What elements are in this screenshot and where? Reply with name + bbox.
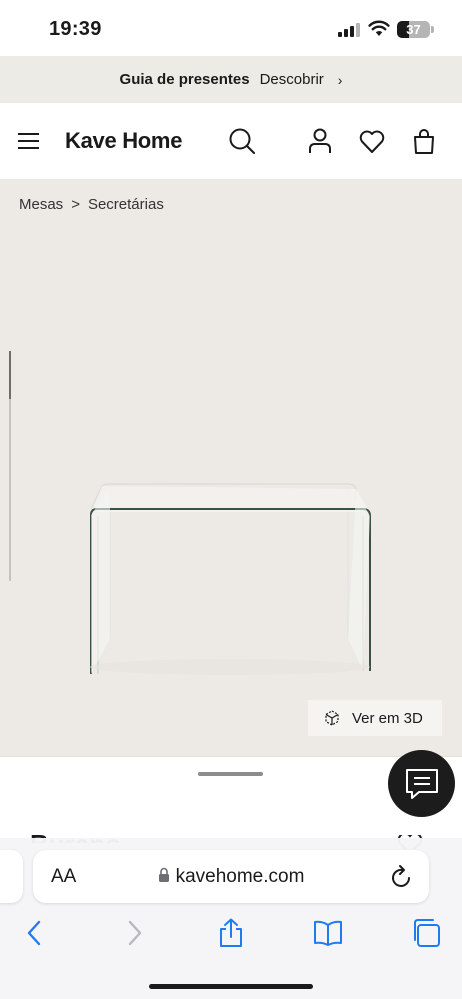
promo-link[interactable]: Descobrir	[260, 71, 324, 88]
address-bar[interactable]: AA kavehome.com	[33, 850, 429, 903]
promo-banner[interactable]: Guia de presentes Descobrir ›	[0, 56, 462, 103]
site-logo[interactable]: Kave Home	[65, 128, 182, 154]
home-indicator[interactable]	[149, 984, 313, 989]
battery-level: 37	[406, 22, 421, 37]
wifi-icon	[368, 20, 390, 36]
search-icon[interactable]	[228, 127, 256, 155]
view-3d-label: Ver em 3D	[352, 709, 423, 727]
tabs-icon[interactable]	[411, 918, 441, 948]
chat-button[interactable]	[388, 750, 455, 817]
browser-nav-row	[0, 918, 462, 950]
share-icon[interactable]	[216, 918, 246, 948]
breadcrumb: Mesas > Secretárias	[19, 196, 164, 213]
3d-cube-icon	[325, 710, 339, 726]
breadcrumb-item-secretarias[interactable]: Secretárias	[88, 196, 164, 213]
site-header: Kave Home	[0, 103, 462, 179]
sheet-grabber[interactable]	[198, 772, 263, 776]
reload-icon[interactable]	[391, 864, 413, 888]
signal-icon	[338, 23, 360, 37]
forward-icon[interactable]	[119, 918, 149, 948]
breadcrumb-separator: >	[71, 196, 80, 213]
status-time: 19:39	[49, 18, 102, 40]
chat-icon	[405, 768, 438, 799]
product-image	[90, 483, 371, 675]
wishlist-icon[interactable]	[358, 127, 386, 155]
battery-icon: 37	[397, 21, 430, 38]
breadcrumb-item-mesas[interactable]: Mesas	[19, 196, 63, 213]
promo-title: Guia de presentes	[119, 71, 250, 88]
back-icon[interactable]	[20, 918, 50, 948]
bookmarks-icon[interactable]	[313, 918, 343, 948]
account-icon[interactable]	[306, 127, 334, 155]
gallery-scroll-thumb[interactable]	[9, 351, 11, 399]
status-bar: 19:39 37	[0, 0, 462, 56]
cart-icon[interactable]	[410, 127, 438, 155]
menu-icon[interactable]	[18, 133, 39, 149]
battery-cap	[431, 26, 434, 33]
chevron-right-icon: ›	[337, 71, 343, 88]
view-3d-button[interactable]: Ver em 3D	[308, 700, 442, 736]
product-gallery[interactable]: Mesas > Secretárias Ver em 3D	[0, 179, 462, 756]
browser-toolbar: AA kavehome.com	[0, 838, 462, 999]
previous-tab-preview[interactable]	[0, 850, 23, 903]
url-text: kavehome.com	[175, 866, 305, 887]
lock-icon	[158, 867, 169, 882]
